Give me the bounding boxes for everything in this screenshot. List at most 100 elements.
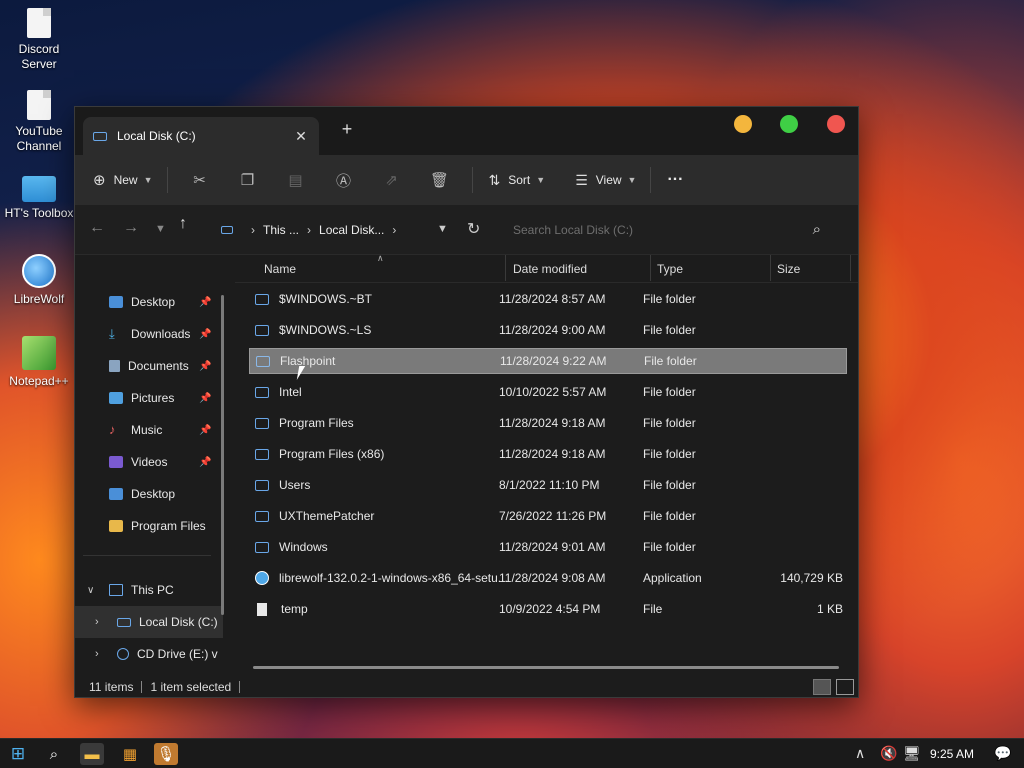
refresh-icon[interactable]: ↻ bbox=[467, 219, 480, 239]
desktop-icon-label: Discord Server bbox=[18, 42, 60, 71]
minimize-button[interactable] bbox=[734, 115, 752, 133]
file-row-selected[interactable]: Flashpoint 11/28/2024 9:22 AM File folde… bbox=[249, 348, 847, 374]
desktop-icon-youtube-channel[interactable]: YouTube Channel bbox=[1, 90, 77, 154]
pin-icon[interactable]: 📌 bbox=[199, 425, 211, 436]
nav-scrollbar[interactable] bbox=[221, 295, 224, 615]
column-type[interactable]: Type bbox=[657, 262, 683, 276]
file-row[interactable]: UXThemePatcher 7/26/2022 11:26 PM File f… bbox=[249, 503, 847, 529]
see-more-button[interactable]: ··· bbox=[667, 164, 683, 196]
nav-item-videos[interactable]: Videos 📌 bbox=[75, 446, 223, 478]
breadcrumb[interactable]: › This ... › Local Disk... › bbox=[221, 213, 457, 247]
file-row[interactable]: $WINDOWS.~BT 11/28/2024 8:57 AM File fol… bbox=[249, 286, 847, 312]
column-divider[interactable] bbox=[505, 255, 506, 281]
nav-item-desktop[interactable]: Desktop 📌 bbox=[75, 286, 223, 318]
folder-icon bbox=[255, 448, 269, 460]
taskbar-file-explorer[interactable]: ▬ bbox=[80, 743, 104, 765]
desktop-icon-discord-server[interactable]: Discord Server bbox=[1, 8, 77, 72]
navigation-pane: Desktop 📌 ⤓ Downloads 📌 Documents 📌 Pict… bbox=[75, 255, 225, 677]
column-divider[interactable] bbox=[650, 255, 651, 281]
file-row[interactable]: Program Files (x86) 11/28/2024 9:18 AM F… bbox=[249, 441, 847, 467]
details-view-icon[interactable] bbox=[813, 679, 831, 695]
search-icon[interactable]: ⌕ bbox=[813, 221, 821, 238]
copy-icon[interactable]: ❐ bbox=[224, 171, 272, 189]
file-type: File folder bbox=[643, 540, 696, 554]
file-name: Users bbox=[279, 478, 311, 492]
back-icon[interactable]: ← bbox=[89, 219, 105, 237]
nav-item-documents[interactable]: Documents 📌 bbox=[75, 350, 223, 382]
share-icon[interactable]: ⇗ bbox=[368, 171, 416, 189]
column-size[interactable]: Size bbox=[777, 262, 800, 276]
chevron-right-icon[interactable]: › bbox=[95, 648, 99, 660]
title-bar[interactable]: Local Disk (C:) ✕ + bbox=[75, 107, 858, 155]
maximize-button[interactable] bbox=[780, 115, 798, 133]
notifications-icon[interactable]: 💬 bbox=[994, 745, 1011, 762]
file-name: Windows bbox=[279, 540, 328, 554]
close-tab-icon[interactable]: ✕ bbox=[289, 128, 313, 145]
chevron-up-icon[interactable]: ∧ bbox=[855, 745, 865, 762]
nav-item-downloads[interactable]: ⤓ Downloads 📌 bbox=[75, 318, 223, 350]
file-row[interactable]: $WINDOWS.~LS 11/28/2024 9:00 AM File fol… bbox=[249, 317, 847, 343]
taskbar-clock[interactable]: 9:25 AM bbox=[930, 747, 974, 761]
nav-item-this-pc[interactable]: ∨ This PC bbox=[75, 574, 223, 606]
column-divider[interactable] bbox=[770, 255, 771, 281]
nav-item-label: Program Files bbox=[131, 519, 206, 533]
nav-item-local-disk[interactable]: › Local Disk (C:) bbox=[75, 606, 223, 638]
cut-icon[interactable]: ✂ bbox=[176, 171, 224, 189]
file-list: ∧ Name Date modified Type Size $WINDOWS.… bbox=[235, 253, 858, 677]
nav-item-cd-drive[interactable]: › CD Drive (E:) v bbox=[75, 638, 223, 670]
recent-locations-icon[interactable]: ▼ bbox=[155, 223, 166, 235]
file-row[interactable]: Program Files 11/28/2024 9:18 AM File fo… bbox=[249, 410, 847, 436]
librewolf-icon bbox=[22, 254, 56, 288]
file-row[interactable]: Intel 10/10/2022 5:57 AM File folder bbox=[249, 379, 847, 405]
file-name: Flashpoint bbox=[280, 354, 336, 368]
sort-icon: ⇅ bbox=[488, 171, 501, 188]
chevron-right-icon[interactable]: › bbox=[95, 616, 99, 628]
pin-icon[interactable]: 📌 bbox=[199, 297, 211, 308]
desktop-icon-hts-toolbox[interactable]: HT's Toolbox bbox=[1, 172, 77, 221]
view-button[interactable]: ☰ View ▼ bbox=[575, 164, 636, 196]
start-button[interactable]: ⊞ bbox=[6, 743, 30, 765]
volume-muted-icon[interactable]: 🔇 bbox=[880, 745, 897, 762]
forward-icon[interactable]: → bbox=[123, 219, 139, 237]
column-divider[interactable] bbox=[850, 255, 851, 281]
view-label: View bbox=[595, 173, 622, 187]
delete-icon[interactable]: 🗑 bbox=[416, 171, 464, 189]
tiles-view-icon[interactable] bbox=[836, 679, 854, 695]
paste-icon[interactable]: ▤ bbox=[272, 171, 320, 189]
file-row[interactable]: Windows 11/28/2024 9:01 AM File folder bbox=[249, 534, 847, 560]
network-icon[interactable]: 🖥 bbox=[903, 745, 921, 762]
nav-item-program-files[interactable]: Program Files bbox=[75, 510, 223, 542]
nav-item-music[interactable]: ♪ Music 📌 bbox=[75, 414, 223, 446]
pin-icon[interactable]: 📌 bbox=[199, 329, 211, 340]
desktop-icon bbox=[109, 296, 123, 308]
taskbar-store-icon[interactable]: ▦ bbox=[118, 743, 142, 765]
file-type: File folder bbox=[643, 447, 696, 461]
close-window-button[interactable] bbox=[827, 115, 845, 133]
file-row[interactable]: librewolf-132.0.2-1-windows-x86_64-setu.… bbox=[249, 565, 847, 591]
search-input[interactable]: Search Local Disk (C:) ⌕ bbox=[503, 213, 843, 247]
pin-icon[interactable]: 📌 bbox=[199, 457, 211, 468]
column-name[interactable]: Name bbox=[264, 262, 296, 276]
desktop-icon-notepad-plus-plus[interactable]: Notepad++ bbox=[1, 336, 77, 389]
column-date-modified[interactable]: Date modified bbox=[513, 262, 587, 276]
address-dropdown-icon[interactable]: ▼ bbox=[437, 223, 448, 235]
pin-icon[interactable]: 📌 bbox=[199, 393, 211, 404]
breadcrumb-this-pc[interactable]: This ... bbox=[263, 223, 299, 237]
taskbar-microphone-app[interactable]: 🎙 bbox=[154, 743, 178, 765]
tab-local-disk[interactable]: Local Disk (C:) ✕ bbox=[83, 117, 319, 155]
pin-icon[interactable]: 📌 bbox=[199, 361, 211, 372]
desktop-icon-librewolf[interactable]: LibreWolf bbox=[1, 254, 77, 307]
search-icon[interactable]: ⌕ bbox=[42, 743, 66, 765]
up-icon[interactable]: ↑ bbox=[179, 215, 187, 233]
rename-icon[interactable]: Ⓐ bbox=[320, 170, 368, 191]
sort-button[interactable]: ⇅ Sort ▼ bbox=[489, 164, 546, 196]
nav-item-pictures[interactable]: Pictures 📌 bbox=[75, 382, 223, 414]
new-button[interactable]: ⊕ New ▼ bbox=[93, 164, 153, 196]
file-row[interactable]: temp 10/9/2022 4:54 PM File 1 KB bbox=[249, 596, 847, 622]
chevron-down-icon[interactable]: ∨ bbox=[87, 585, 94, 596]
breadcrumb-local-disk[interactable]: Local Disk... bbox=[319, 223, 384, 237]
new-tab-button[interactable]: + bbox=[337, 119, 357, 140]
horizontal-scrollbar[interactable] bbox=[253, 666, 839, 669]
file-row[interactable]: Users 8/1/2022 11:10 PM File folder bbox=[249, 472, 847, 498]
nav-item-desktop-2[interactable]: Desktop bbox=[75, 478, 223, 510]
